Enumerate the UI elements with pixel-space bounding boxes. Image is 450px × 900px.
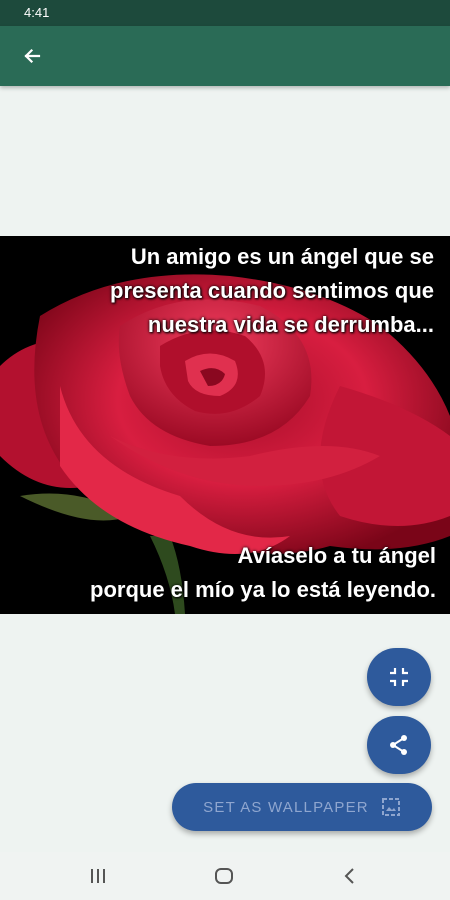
quote-bottom-line: Avíaselo a tu ángel [237, 543, 436, 568]
quote-top-line: nuestra vida se derrumba... [147, 312, 434, 337]
quote-top: Un amigo es un ángel que se presenta cua… [14, 240, 434, 342]
quote-bottom: Avíaselo a tu ángel porque el mío ya lo … [16, 539, 436, 607]
back-icon [344, 868, 354, 884]
set-wallpaper-button[interactable]: SET AS WALLPAPER [172, 783, 432, 831]
wallpaper-image: Un amigo es un ángel que se presenta cua… [0, 236, 450, 614]
share-icon [390, 735, 407, 755]
wallpaper-icon [381, 798, 400, 816]
app-bar [0, 26, 450, 86]
recent-apps-button[interactable] [86, 864, 110, 888]
set-wallpaper-label: SET AS WALLPAPER [203, 798, 369, 816]
arrow-left-icon [24, 48, 41, 64]
home-button[interactable] [212, 864, 236, 888]
back-button[interactable] [14, 38, 50, 74]
quote-top-line: Un amigo es un ángel que se [130, 244, 434, 269]
fullscreen-button[interactable] [367, 648, 431, 706]
fullscreen-icon [390, 668, 408, 686]
home-icon [215, 868, 233, 884]
status-bar: 4:41 [0, 0, 450, 26]
recent-apps-icon [91, 869, 105, 883]
share-button[interactable] [367, 716, 431, 774]
system-nav-bar [0, 852, 450, 900]
nav-back-button[interactable] [338, 864, 362, 888]
status-time: 4:41 [24, 5, 50, 20]
quote-bottom-line: porque el mío ya lo está leyendo. [90, 577, 436, 602]
quote-top-line: presenta cuando sentimos que [110, 278, 434, 303]
